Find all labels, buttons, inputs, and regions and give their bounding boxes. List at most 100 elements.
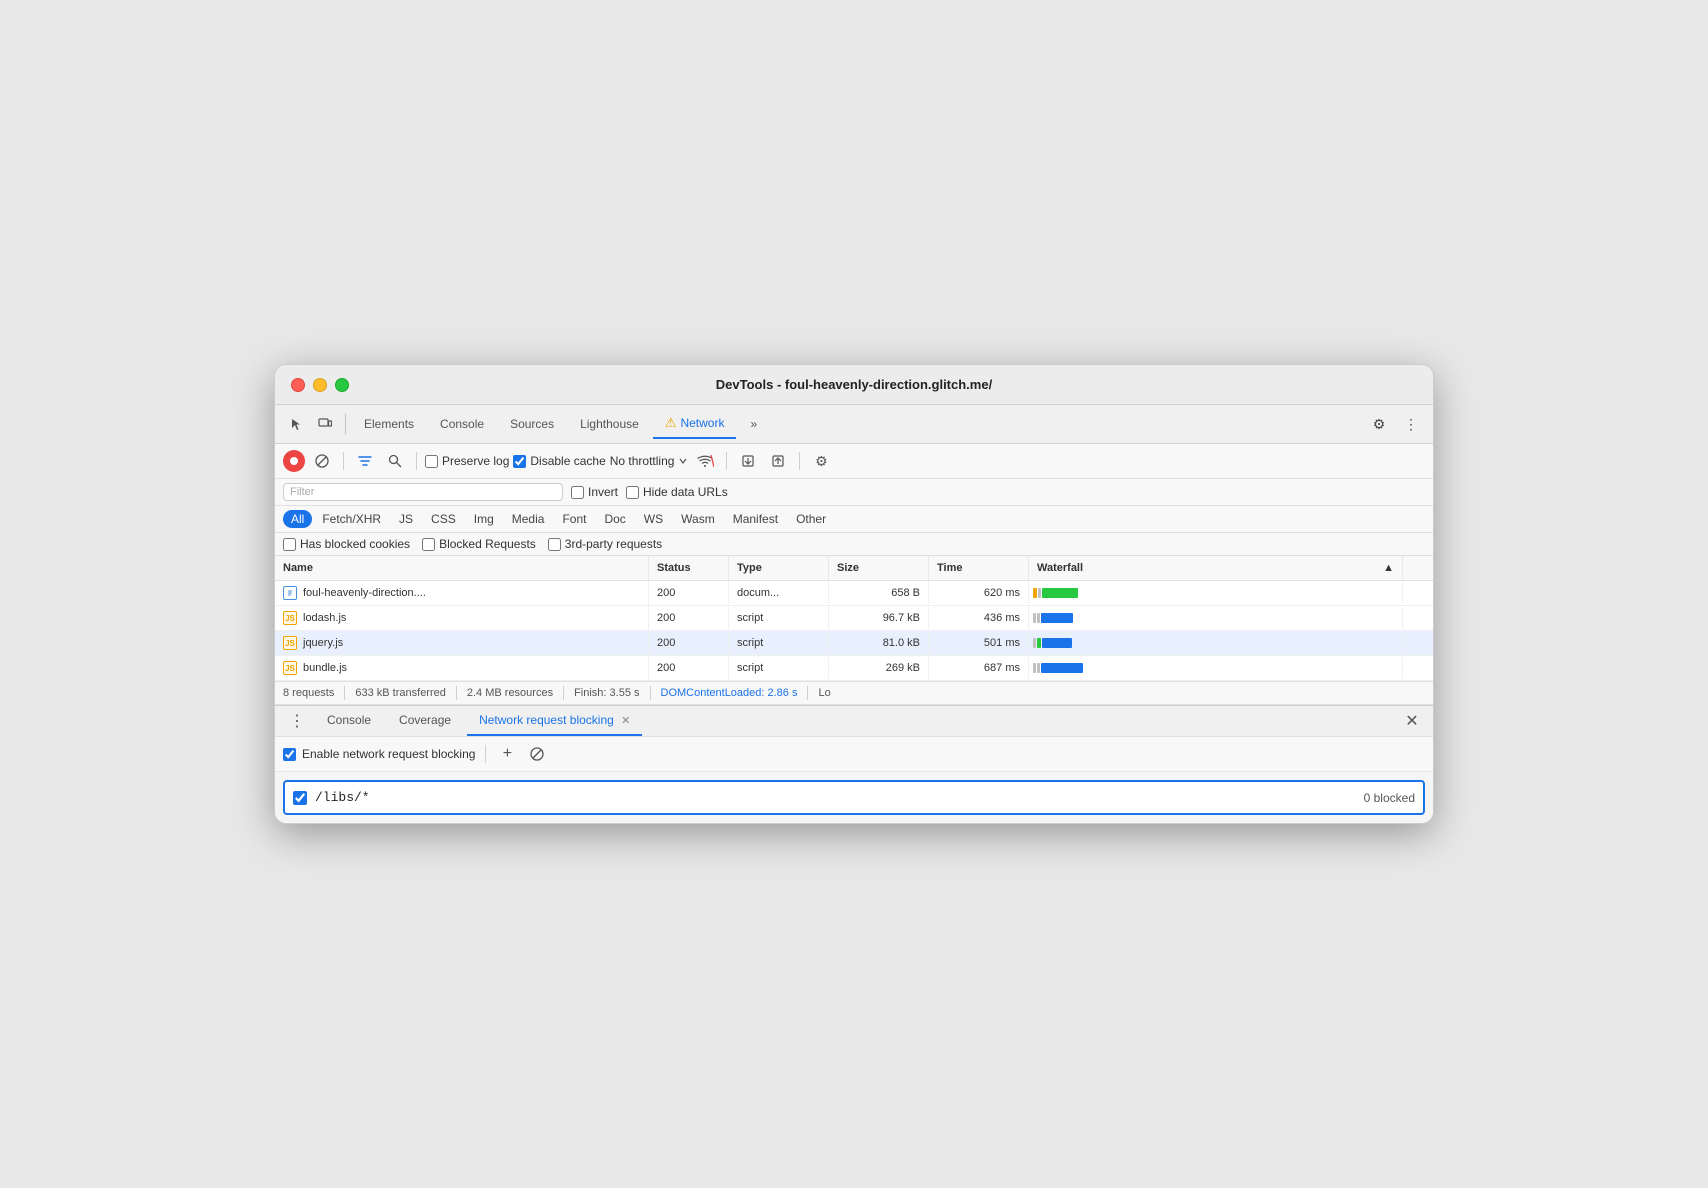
cell-size-0: 658 B [829, 582, 929, 604]
col-size[interactable]: Size [829, 556, 929, 580]
third-party-checkbox[interactable] [548, 538, 561, 551]
tab-console[interactable]: Console [428, 411, 496, 437]
network-settings-icon[interactable]: ⚙ [808, 448, 834, 474]
search-icon[interactable] [382, 448, 408, 474]
preserve-log-label[interactable]: Preserve log [425, 454, 509, 468]
network-table: Name Status Type Size Time Waterfall ▲ f… [275, 556, 1433, 681]
status-sep-3 [563, 686, 564, 700]
filter-bar: Filter Invert Hide data URLs [275, 479, 1433, 506]
toolbar-separator-2 [416, 452, 417, 470]
col-name[interactable]: Name [275, 556, 649, 580]
invert-label[interactable]: Invert [571, 485, 618, 499]
has-blocked-cookies-label[interactable]: Has blocked cookies [283, 537, 410, 551]
record-button[interactable] [283, 450, 305, 472]
tab-elements[interactable]: Elements [352, 411, 426, 437]
cell-name-3: JS bundle.js [275, 656, 649, 680]
disable-cache-text: Disable cache [530, 454, 605, 468]
cell-extra-1 [1403, 613, 1433, 623]
close-button[interactable] [291, 378, 305, 392]
filter-fetchxhr[interactable]: Fetch/XHR [314, 510, 389, 528]
preserve-log-checkbox[interactable] [425, 455, 438, 468]
wifi-icon[interactable] [692, 448, 718, 474]
status-bar: 8 requests 633 kB transferred 2.4 MB res… [275, 681, 1433, 705]
export-icon[interactable] [765, 448, 791, 474]
hide-data-urls-label[interactable]: Hide data URLs [626, 485, 728, 499]
blocked-requests-label[interactable]: Blocked Requests [422, 537, 536, 551]
status-sep-5 [807, 686, 808, 700]
pattern-row[interactable]: /libs/* 0 blocked [283, 780, 1425, 815]
third-party-label[interactable]: 3rd-party requests [548, 537, 662, 551]
tab-console-bottom[interactable]: Console [315, 706, 383, 736]
table-row[interactable]: JS bundle.js 200 script 269 kB 687 ms [275, 656, 1433, 681]
filter-media[interactable]: Media [504, 510, 553, 528]
cell-time-0: 620 ms [929, 582, 1029, 604]
blocked-requests-checkbox[interactable] [422, 538, 435, 551]
enable-blocking-checkbox[interactable] [283, 748, 296, 761]
filter-ws[interactable]: WS [636, 510, 671, 528]
cell-status-1: 200 [649, 607, 729, 629]
table-row[interactable]: JS jquery.js 200 script 81.0 kB 501 ms [275, 631, 1433, 656]
filter-all[interactable]: All [283, 510, 312, 528]
col-time[interactable]: Time [929, 556, 1029, 580]
disable-cache-label[interactable]: Disable cache [513, 454, 605, 468]
device-toggle-icon[interactable] [311, 410, 339, 438]
warning-icon: ⚠ [665, 415, 677, 431]
cell-name-0: foul-heavenly-direction.... [275, 581, 649, 605]
settings-icon[interactable]: ⚙ [1365, 410, 1393, 438]
filter-css[interactable]: CSS [423, 510, 464, 528]
col-status[interactable]: Status [649, 556, 729, 580]
requests-count: 8 requests [283, 687, 334, 699]
block-all-button[interactable] [526, 743, 548, 765]
add-pattern-button[interactable]: + [496, 743, 518, 765]
cell-name-1: JS lodash.js [275, 606, 649, 630]
tab-lighthouse[interactable]: Lighthouse [568, 411, 651, 437]
filter-manifest[interactable]: Manifest [725, 510, 786, 528]
invert-checkbox[interactable] [571, 486, 584, 499]
dom-content-loaded[interactable]: DOMContentLoaded: 2.86 s [661, 687, 798, 699]
tab-navigation: Elements Console Sources Lighthouse ⚠ Ne… [352, 409, 1365, 439]
col-type[interactable]: Type [729, 556, 829, 580]
cursor-icon[interactable] [283, 410, 311, 438]
hide-data-urls-checkbox[interactable] [626, 486, 639, 499]
col-waterfall[interactable]: Waterfall ▲ [1029, 556, 1403, 580]
filter-wasm[interactable]: Wasm [673, 510, 723, 528]
tab-coverage[interactable]: Coverage [387, 706, 463, 736]
bottom-panel: ⋮ Console Coverage Network request block… [275, 705, 1433, 815]
toolbar-separator-3 [726, 452, 727, 470]
tab-sources[interactable]: Sources [498, 411, 566, 437]
clear-icon[interactable] [309, 448, 335, 474]
blocked-count: 0 blocked [1364, 791, 1415, 805]
filter-other[interactable]: Other [788, 510, 834, 528]
network-tab-label: Network [680, 416, 724, 430]
tab-network[interactable]: ⚠ Network [653, 409, 737, 439]
filter-font[interactable]: Font [554, 510, 594, 528]
panel-close-icon[interactable]: ✕ [1399, 708, 1425, 734]
more-menu-icon[interactable]: ⋮ [1397, 410, 1425, 438]
has-blocked-cookies-checkbox[interactable] [283, 538, 296, 551]
dots-menu-icon[interactable]: ⋮ [283, 707, 311, 735]
filter-img[interactable]: Img [466, 510, 502, 528]
file-name-0: foul-heavenly-direction.... [303, 587, 426, 599]
disable-cache-checkbox[interactable] [513, 455, 526, 468]
tab-network-blocking[interactable]: Network request blocking ✕ [467, 706, 642, 736]
doc-icon [283, 586, 297, 600]
throttle-select[interactable]: No throttling [610, 454, 689, 468]
minimize-button[interactable] [313, 378, 327, 392]
table-row[interactable]: foul-heavenly-direction.... 200 docum...… [275, 581, 1433, 606]
cell-extra-2 [1403, 638, 1433, 648]
filter-doc[interactable]: Doc [596, 510, 633, 528]
import-icon[interactable] [735, 448, 761, 474]
table-header: Name Status Type Size Time Waterfall ▲ [275, 556, 1433, 581]
cell-size-1: 96.7 kB [829, 607, 929, 629]
window-title: DevTools - foul-heavenly-direction.glitc… [716, 377, 992, 392]
pattern-checkbox[interactable] [293, 791, 307, 805]
close-tab-icon[interactable]: ✕ [621, 715, 630, 727]
enable-blocking-label[interactable]: Enable network request blocking [283, 747, 475, 761]
filter-icon[interactable] [352, 448, 378, 474]
tab-more[interactable]: » [738, 411, 769, 437]
table-row[interactable]: JS lodash.js 200 script 96.7 kB 436 ms [275, 606, 1433, 631]
maximize-button[interactable] [335, 378, 349, 392]
filter-js[interactable]: JS [391, 510, 421, 528]
cell-waterfall-1 [1029, 608, 1403, 628]
cell-waterfall-2 [1029, 633, 1403, 653]
